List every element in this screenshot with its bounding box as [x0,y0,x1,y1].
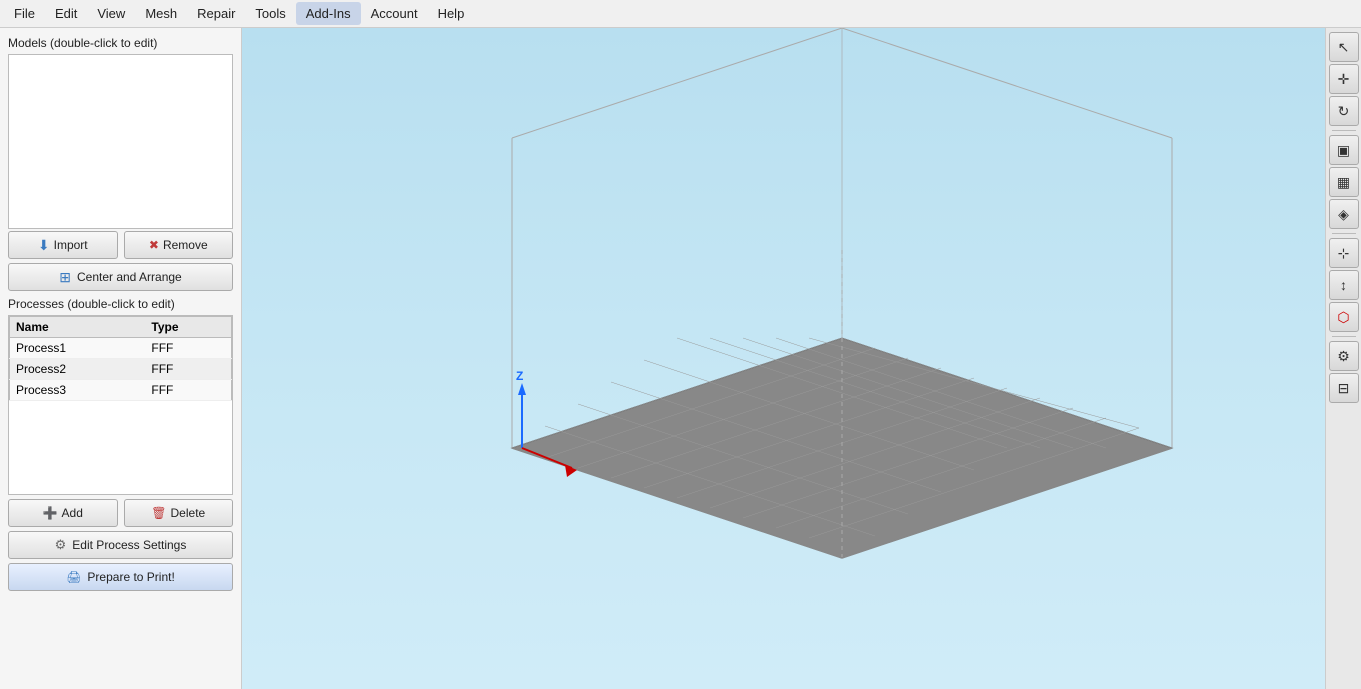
support-tool-button[interactable]: ⊟ [1329,373,1359,403]
menu-addins[interactable]: Add-Ins [296,2,361,25]
col-type: Type [145,317,231,338]
toolbar-separator-1 [1332,130,1356,131]
menu-help[interactable]: Help [428,2,475,25]
settings-tool-button[interactable]: ⚙ [1329,341,1359,371]
processes-section: Processes (double-click to edit) Name Ty… [8,297,233,681]
processes-wrapper: Name Type Process1FFFProcess2FFFProcess3… [8,315,233,495]
models-list [8,54,233,229]
right-toolbar: ↖ ✛ ↻ ▣ ▦ ◈ ⊹ ↕ ⬡ ⚙ ⊟ [1325,28,1361,689]
main-layout: Models (double-click to edit) Import Rem… [0,28,1361,689]
remove-icon [149,238,159,252]
viewport[interactable]: Z [242,28,1325,689]
axis-button[interactable]: ⊹ [1329,238,1359,268]
process-name-cell: Process1 [10,338,146,359]
view-front-button[interactable]: ▣ [1329,135,1359,165]
process-name-cell: Process2 [10,359,146,380]
import-icon [38,237,50,254]
scene-svg: Z [242,28,1325,689]
svg-text:Z: Z [516,369,523,383]
import-button[interactable]: Import [8,231,118,259]
menu-file[interactable]: File [4,2,45,25]
toolbar-separator-3 [1332,336,1356,337]
edit-settings-icon [55,537,67,553]
remove-button[interactable]: Remove [124,231,234,259]
delete-icon [151,506,166,520]
arrange-icon [59,269,71,286]
menu-view[interactable]: View [87,2,135,25]
processes-table: Name Type Process1FFFProcess2FFFProcess3… [9,316,232,401]
table-row[interactable]: Process3FFF [10,380,232,401]
view-back-button[interactable]: ▦ [1329,167,1359,197]
table-row[interactable]: Process1FFF [10,338,232,359]
left-panel: Models (double-click to edit) Import Rem… [0,28,242,689]
toolbar-separator-2 [1332,233,1356,234]
processes-btn-row: Add Delete [8,499,233,527]
movez-button[interactable]: ↕ [1329,270,1359,300]
edit-process-settings-button[interactable]: Edit Process Settings [8,531,233,559]
models-label: Models (double-click to edit) [8,36,233,50]
select-tool-button[interactable]: ↖ [1329,32,1359,62]
menu-account[interactable]: Account [361,2,428,25]
delete-process-button[interactable]: Delete [124,499,234,527]
menu-tools[interactable]: Tools [245,2,295,25]
menu-edit[interactable]: Edit [45,2,87,25]
rotate-tool-button[interactable]: ↻ [1329,96,1359,126]
process-type-cell: FFF [145,359,231,380]
menubar: File Edit View Mesh Repair Tools Add-Ins… [0,0,1361,28]
view-iso-button[interactable]: ◈ [1329,199,1359,229]
menu-repair[interactable]: Repair [187,2,245,25]
menu-mesh[interactable]: Mesh [135,2,187,25]
prepare-to-print-button[interactable]: Prepare to Print! [8,563,233,591]
col-name: Name [10,317,146,338]
danger-button[interactable]: ⬡ [1329,302,1359,332]
table-row[interactable]: Process2FFF [10,359,232,380]
add-process-button[interactable]: Add [8,499,118,527]
add-icon [43,506,58,520]
process-name-cell: Process3 [10,380,146,401]
print-icon [66,570,81,584]
models-btn-row: Import Remove [8,231,233,259]
move-tool-button[interactable]: ✛ [1329,64,1359,94]
center-arrange-button[interactable]: Center and Arrange [8,263,233,291]
processes-label: Processes (double-click to edit) [8,297,233,311]
process-type-cell: FFF [145,338,231,359]
process-type-cell: FFF [145,380,231,401]
models-section: Models (double-click to edit) Import Rem… [8,36,233,291]
